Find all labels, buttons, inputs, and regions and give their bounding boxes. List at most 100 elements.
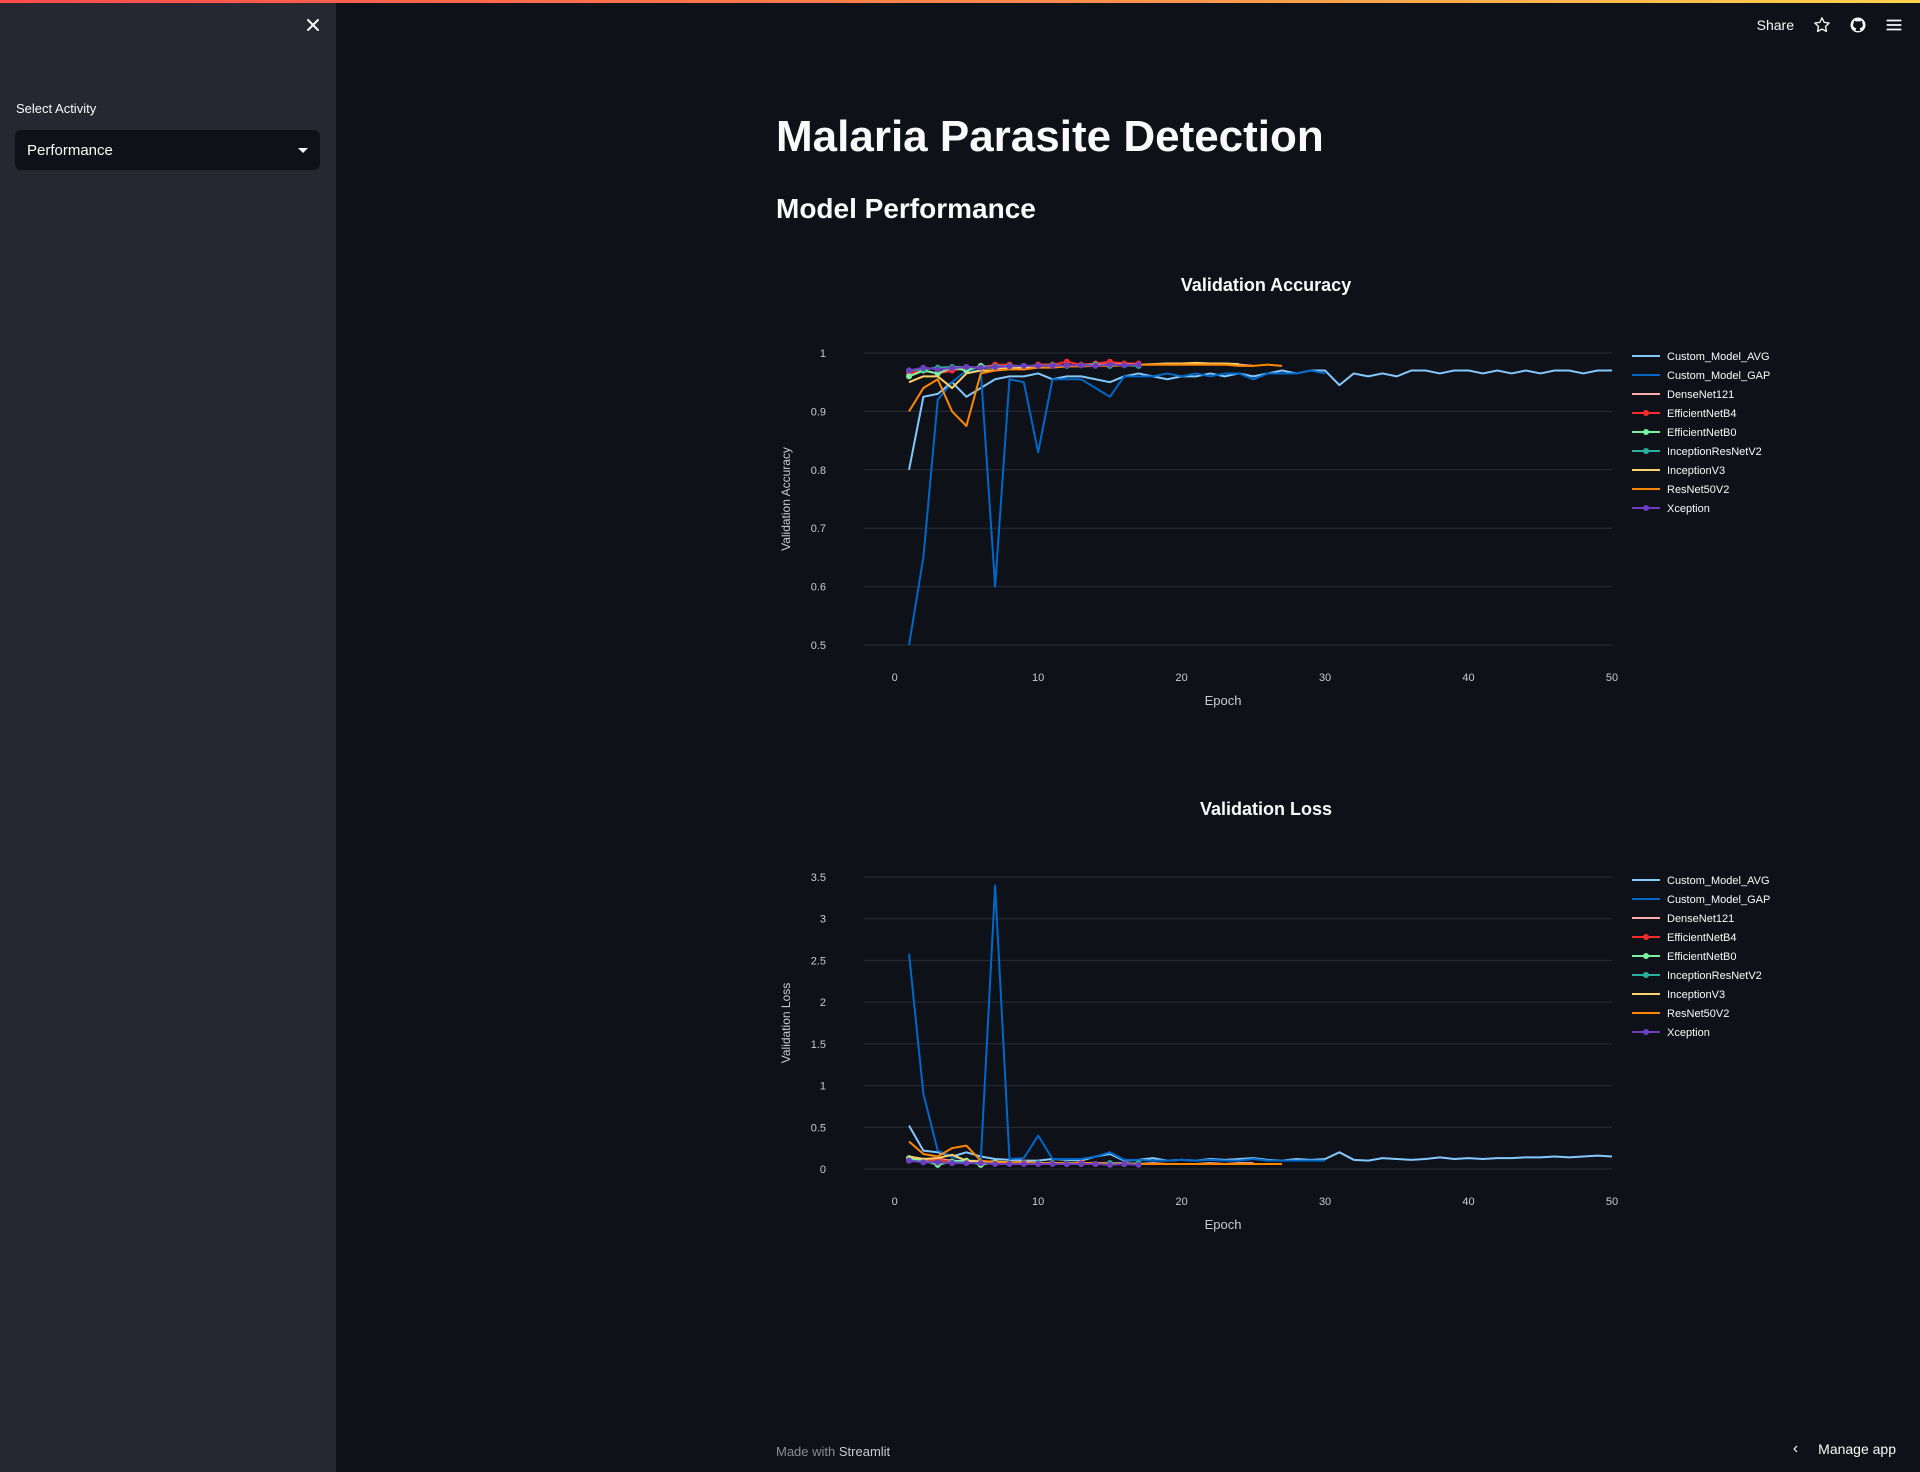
x-tick-label: 30: [1319, 1196, 1331, 1208]
manage-app-button[interactable]: ‹ Manage app: [1793, 1440, 1896, 1458]
chevron-left-icon: ‹: [1792, 1440, 1799, 1457]
data-point: [906, 367, 913, 374]
legend-item[interactable]: EfficientNetB4: [1632, 408, 1737, 420]
series-Custom_Model_AVG: [908, 1125, 1612, 1162]
legend-item[interactable]: InceptionResNetV2: [1632, 446, 1762, 458]
legend-item[interactable]: EfficientNetB0: [1632, 427, 1737, 439]
legend-item[interactable]: Custom_Model_GAP: [1632, 370, 1770, 382]
validation-accuracy-chart: Validation Accuracy 0.5 0.6 0.7 0.8 0.9 1 0 10 20…: [776, 255, 1796, 725]
close-sidebar-button[interactable]: [300, 12, 326, 38]
chevron-down-icon: [298, 147, 308, 153]
data-point: [1121, 362, 1128, 369]
legend-item[interactable]: Xception: [1632, 1027, 1710, 1039]
legend-label: InceptionResNetV2: [1667, 446, 1762, 458]
x-tick-label: 0: [892, 1196, 898, 1208]
star-button[interactable]: [1812, 15, 1832, 35]
legend-label: ResNet50V2: [1667, 1008, 1729, 1020]
validation-accuracy-chart-svg: Validation Accuracy0.50.60.70.80.910 10 20…: [779, 275, 1770, 708]
data-point: [1121, 1160, 1128, 1167]
legend-marker: [1643, 505, 1649, 511]
legend-item[interactable]: Xception: [1632, 503, 1710, 515]
y-tick-label: 0.8: [811, 465, 826, 477]
legend-label: EfficientNetB4: [1667, 932, 1737, 944]
github-button[interactable]: [1848, 15, 1868, 35]
data-point: [906, 1157, 913, 1164]
legend-label: Custom_Model_GAP: [1667, 894, 1770, 906]
x-axis-label: Epoch: [1205, 1217, 1242, 1232]
streamlit-link[interactable]: Streamlit: [839, 1444, 890, 1459]
data-point: [1078, 1160, 1085, 1167]
data-point: [1063, 362, 1070, 369]
legend-item[interactable]: DenseNet121: [1632, 913, 1734, 925]
data-point: [992, 1160, 999, 1167]
x-tick-label: 30: [1319, 672, 1331, 684]
legend-item[interactable]: Custom_Model_GAP: [1632, 894, 1770, 906]
data-point: [1035, 362, 1042, 369]
validation-loss-chart-svg: Validation Loss 0 0.5 1 1.5 2 2.5 3 3.5 0 10 20 30 40…: [779, 799, 1770, 1232]
legend-label: Custom_Model_AVG: [1667, 875, 1770, 887]
y-tick-label: 2.5: [811, 955, 826, 967]
legend-marker: [1643, 429, 1649, 435]
series-Custom_Model_GAP: [908, 884, 1326, 1162]
y-tick-label: 0: [820, 1164, 826, 1176]
y-tick-label: 1: [820, 348, 826, 360]
legend-item[interactable]: InceptionV3: [1632, 989, 1725, 1001]
data-point: [1092, 362, 1099, 369]
series-line: [908, 1125, 1612, 1162]
footer-made-with: Made with: [776, 1444, 836, 1459]
x-tick-label: 10: [1032, 672, 1044, 684]
legend-marker: [1643, 934, 1649, 940]
legend-item[interactable]: InceptionV3: [1632, 465, 1725, 477]
legend-marker: [1643, 972, 1649, 978]
data-point: [920, 364, 927, 371]
data-point: [977, 364, 984, 371]
legend-item[interactable]: ResNet50V2: [1632, 1008, 1729, 1020]
legend-marker: [1643, 1029, 1649, 1035]
legend-marker: [1643, 410, 1649, 416]
header-actions: Share: [1757, 0, 1920, 50]
legend-label: Custom_Model_GAP: [1667, 370, 1770, 382]
close-icon: [307, 19, 319, 31]
data-point: [1063, 1160, 1070, 1167]
legend-label: InceptionResNetV2: [1667, 970, 1762, 982]
legend-label: Custom_Model_AVG: [1667, 351, 1770, 363]
legend-item[interactable]: ResNet50V2: [1632, 484, 1729, 496]
x-axis-label: Epoch: [1205, 693, 1242, 708]
legend-label: Xception: [1667, 1027, 1710, 1039]
y-tick-label: 3.5: [811, 872, 826, 884]
y-tick-label: 0.9: [811, 406, 826, 418]
select-activity-label: Select Activity: [16, 101, 97, 116]
legend-label: Xception: [1667, 503, 1710, 515]
legend-item[interactable]: InceptionResNetV2: [1632, 970, 1762, 982]
y-axis-label: Validation Accuracy: [779, 447, 793, 551]
data-point: [1020, 1160, 1027, 1167]
y-tick-label: 0.7: [811, 523, 826, 535]
activity-select[interactable]: Performance: [15, 130, 320, 170]
hamburger-menu-icon: [1886, 19, 1902, 31]
legend-item[interactable]: EfficientNetB0: [1632, 951, 1737, 963]
share-button[interactable]: Share: [1757, 17, 1794, 33]
data-point: [977, 1160, 984, 1167]
data-point: [963, 1160, 970, 1167]
legend-item[interactable]: DenseNet121: [1632, 389, 1734, 401]
github-icon: [1850, 17, 1866, 33]
data-point: [1106, 1161, 1113, 1168]
data-point: [963, 364, 970, 371]
page-title: Malaria Parasite Detection: [776, 112, 1324, 161]
legend-item[interactable]: Custom_Model_AVG: [1632, 351, 1770, 363]
y-axis-label: Validation Loss: [779, 983, 793, 1064]
top-decoration-bar: [0, 0, 1920, 3]
data-point: [934, 1159, 941, 1166]
x-tick-label: 50: [1606, 1196, 1618, 1208]
data-point: [1106, 361, 1113, 368]
legend-item[interactable]: Custom_Model_AVG: [1632, 875, 1770, 887]
data-point: [992, 364, 999, 371]
legend-item[interactable]: EfficientNetB4: [1632, 932, 1737, 944]
y-tick-label: 0.5: [811, 1122, 826, 1134]
sidebar: Select Activity Performance: [0, 0, 336, 1472]
data-point: [1092, 1160, 1099, 1167]
legend-marker: [1643, 448, 1649, 454]
main-menu-button[interactable]: [1884, 15, 1904, 35]
series-line: [908, 369, 1612, 470]
data-point: [949, 1160, 956, 1167]
